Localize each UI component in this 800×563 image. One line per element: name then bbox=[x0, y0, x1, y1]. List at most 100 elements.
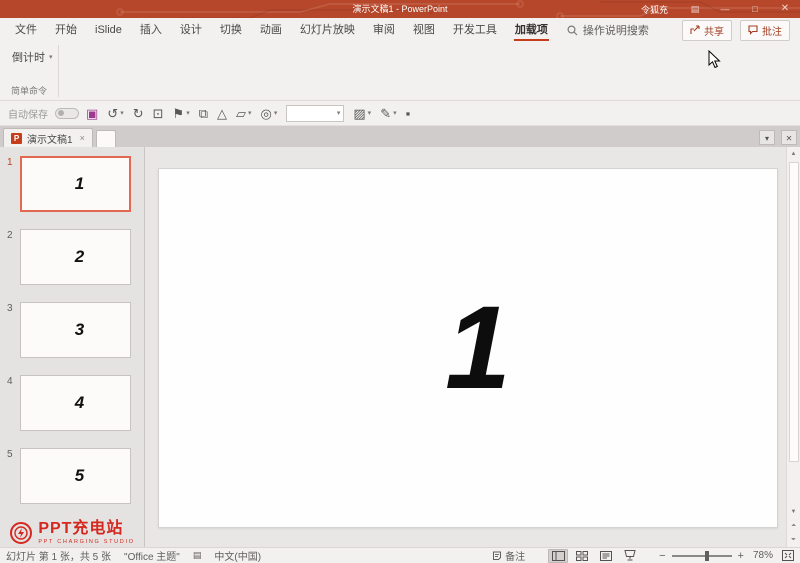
slide-thumb-preview[interactable]: 3 bbox=[20, 302, 131, 358]
close-icon[interactable]: ✕ bbox=[770, 0, 800, 18]
slide-number: 2 bbox=[7, 230, 13, 241]
powerpoint-file-icon: P bbox=[11, 132, 22, 144]
maximize-icon[interactable]: □ bbox=[740, 0, 770, 18]
notes-icon bbox=[493, 551, 502, 560]
ribbon-display-options-icon[interactable]: ▤ bbox=[680, 0, 710, 18]
new-tab-button[interactable] bbox=[95, 130, 116, 147]
editing-canvas: 1 bbox=[145, 147, 786, 547]
thumb-digit: 1 bbox=[74, 174, 85, 193]
save-icon[interactable]: ▣ bbox=[86, 107, 98, 120]
comments-button[interactable]: 批注 bbox=[740, 19, 790, 41]
menu-tab-设计[interactable]: 设计 bbox=[171, 18, 211, 42]
ink-pen-icon[interactable]: ✎ ▾ bbox=[380, 107, 396, 120]
slide-thumb-preview[interactable]: 2 bbox=[20, 229, 131, 285]
account-name[interactable]: 令狐充 bbox=[629, 3, 680, 16]
slide-number: 4 bbox=[7, 376, 13, 387]
rotate-object-icon[interactable]: ◎ ▾ bbox=[261, 107, 278, 120]
slideshow-from-beginning-icon[interactable]: ⊡ bbox=[153, 107, 164, 120]
chevron-down-icon: ▾ bbox=[393, 110, 397, 117]
menu-tab-开发工具[interactable]: 开发工具 bbox=[444, 18, 506, 42]
menu-tabs: 文件 开始 iSlide 插入 设计 切换 动画 幻灯片放映 审阅 视图 开发工具 加载项 bbox=[6, 18, 557, 42]
next-slide-icon[interactable]: ⏷ bbox=[787, 533, 800, 547]
menu-tab-审阅[interactable]: 审阅 bbox=[364, 18, 404, 42]
shape-fill-icon[interactable]: △ bbox=[217, 107, 227, 120]
chevron-down-icon: ▾ bbox=[336, 110, 341, 117]
slide-thumbnail-2[interactable]: 22 bbox=[0, 229, 144, 285]
normal-view-icon bbox=[551, 550, 565, 561]
previous-slide-icon[interactable]: ⏶ bbox=[787, 519, 800, 533]
flag-icon[interactable]: ⚑ ▾ bbox=[173, 107, 190, 120]
menu-tab-插入[interactable]: 插入 bbox=[131, 18, 171, 42]
tab-close-icon[interactable]: × bbox=[80, 133, 85, 143]
vertical-scrollbar[interactable]: ▲ ▼ ⏶ ⏷ bbox=[786, 147, 800, 547]
qat-icons: ▣ ↺ ▾ ↻ ⊡ ⚑ ▾ ⧉ △ ▱ ▾ ◎ ▾ ▾ ▨ ▾ ✎ ▾ ▪ bbox=[86, 104, 411, 122]
ribbon-tab-bar: 文件 开始 iSlide 插入 设计 切换 动画 幻灯片放映 审阅 视图 开发工具 加载项 操作说明搜… bbox=[0, 18, 800, 42]
slideshow-icon bbox=[624, 550, 636, 561]
fit-to-window-icon[interactable] bbox=[782, 550, 794, 561]
chevron-down-icon: ▾ bbox=[273, 110, 278, 117]
font-combo[interactable]: ▾ bbox=[286, 104, 345, 122]
mouse-cursor bbox=[708, 50, 721, 69]
reading-view-button[interactable] bbox=[596, 549, 616, 563]
proofing-icon[interactable]: ▤ bbox=[193, 550, 202, 561]
zoom-in-button[interactable]: + bbox=[738, 550, 744, 562]
slide-thumbnail-5[interactable]: 55 bbox=[0, 448, 144, 504]
thumb-digit: 4 bbox=[74, 393, 85, 412]
slide-thumb-preview[interactable]: 1 bbox=[20, 156, 131, 212]
main-area: 1122334455 PPT充电站 PPT CHARGING STUDIO 1 … bbox=[0, 147, 800, 547]
slide-canvas[interactable]: 1 bbox=[158, 168, 778, 528]
autosave-toggle[interactable] bbox=[55, 107, 79, 119]
redo-icon[interactable]: ↻ bbox=[133, 107, 144, 120]
shapes-icon[interactable]: ▱ ▾ bbox=[236, 107, 252, 120]
document-tab-active[interactable]: P 演示文稿1 × bbox=[3, 128, 93, 147]
menu-tab-视图[interactable]: 视图 bbox=[404, 18, 444, 42]
document-tab-title: 演示文稿1 bbox=[27, 134, 73, 146]
menu-tab-iSlide[interactable]: iSlide bbox=[86, 18, 131, 42]
comment-icon bbox=[748, 25, 758, 35]
tab-bar-close-icon[interactable]: ✕ bbox=[781, 130, 797, 145]
slide-sorter-view-button[interactable] bbox=[572, 549, 592, 563]
countdown-button[interactable]: 倒计时 ▾ bbox=[12, 49, 53, 65]
crop-icon[interactable]: ⧉ bbox=[199, 107, 208, 120]
scroll-down-icon[interactable]: ▼ bbox=[787, 505, 800, 519]
slide-number-text: 1 bbox=[445, 282, 511, 414]
theme-name[interactable]: "Office 主题" bbox=[124, 548, 180, 563]
slide-thumbnail-4[interactable]: 44 bbox=[0, 375, 144, 431]
search-icon bbox=[567, 24, 578, 35]
menu-tab-开始[interactable]: 开始 bbox=[46, 18, 86, 42]
menu-tab-文件[interactable]: 文件 bbox=[6, 18, 46, 42]
qat-overflow-icon[interactable]: ▪ bbox=[406, 107, 411, 120]
notes-button[interactable]: 备注 bbox=[492, 548, 525, 563]
zoom-level[interactable]: 78% bbox=[753, 550, 773, 561]
slide-thumbnail-1[interactable]: 11 bbox=[0, 156, 144, 212]
slide-number: 3 bbox=[7, 303, 13, 314]
thumb-digit: 2 bbox=[74, 247, 85, 266]
slide-number: 1 bbox=[7, 157, 13, 168]
scroll-up-icon[interactable]: ▲ bbox=[787, 147, 800, 161]
language-indicator[interactable]: 中文(中国) bbox=[214, 548, 261, 563]
chevron-down-icon: ▾ bbox=[186, 110, 190, 117]
menu-tab-幻灯片放映[interactable]: 幻灯片放映 bbox=[291, 18, 364, 42]
zoom-slider-thumb[interactable] bbox=[704, 550, 709, 561]
slideshow-view-button[interactable] bbox=[620, 549, 640, 563]
slide-thumb-preview[interactable]: 4 bbox=[20, 375, 131, 431]
slide-sorter-icon bbox=[576, 550, 589, 561]
slide-thumbnail-panel: 1122334455 PPT充电站 PPT CHARGING STUDIO bbox=[0, 147, 145, 547]
zoom-slider[interactable] bbox=[671, 550, 732, 561]
tab-list-dropdown-icon[interactable]: ▾ bbox=[759, 130, 775, 145]
normal-view-button[interactable] bbox=[548, 548, 569, 563]
slide-thumb-preview[interactable]: 5 bbox=[20, 448, 131, 504]
shape-effects-icon[interactable]: ▨ ▾ bbox=[353, 107, 371, 120]
slide-thumbnail-3[interactable]: 33 bbox=[0, 302, 144, 358]
undo-icon[interactable]: ↺ ▾ bbox=[107, 107, 123, 120]
minimize-icon[interactable]: — bbox=[710, 0, 740, 18]
tell-me-search[interactable]: 操作说明搜索 bbox=[567, 22, 649, 38]
menu-tab-加载项[interactable]: 加载项 bbox=[506, 18, 557, 42]
ribbon-content: 倒计时 ▾ 简单命令 bbox=[0, 42, 800, 101]
zoom-out-button[interactable]: − bbox=[659, 550, 665, 562]
scrollbar-thumb[interactable] bbox=[788, 162, 799, 462]
menu-tab-动画[interactable]: 动画 bbox=[251, 18, 291, 42]
thumb-digit: 5 bbox=[74, 466, 85, 485]
share-button[interactable]: 共享 bbox=[682, 19, 732, 41]
menu-tab-切换[interactable]: 切换 bbox=[211, 18, 251, 42]
